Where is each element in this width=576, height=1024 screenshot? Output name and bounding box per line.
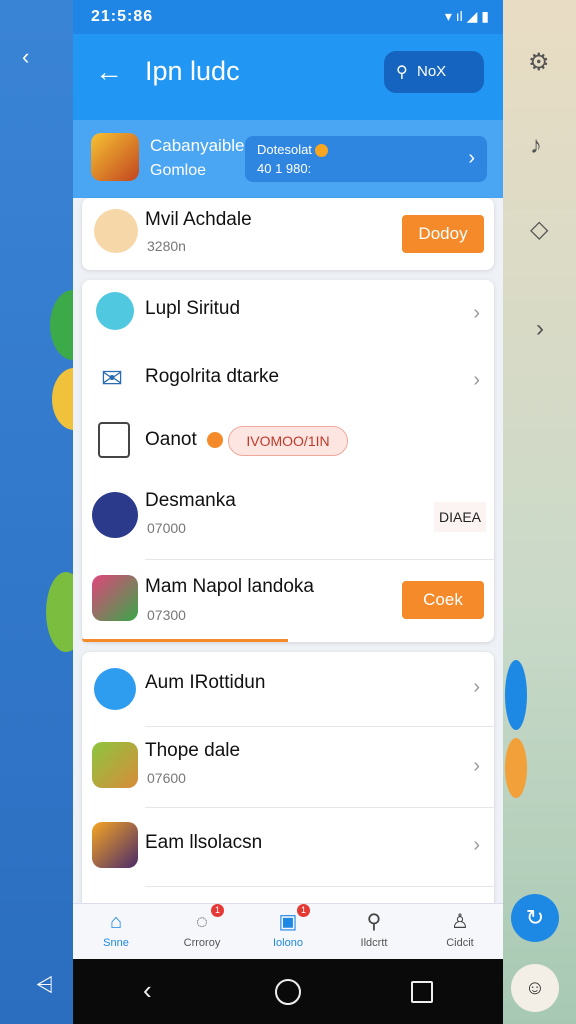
item-subtitle: 07300 [147,607,186,623]
tab-profile[interactable]: ♙ Cidcit [417,904,503,960]
status-icons: ▾ ıl ◢ ▮ [444,8,489,24]
chevron-right-icon: › [473,302,480,324]
featured-banner[interactable]: Cabanyaible Gomloe Dotesolat 40 1 980: › [73,120,503,198]
phone-screen: 21:5:86 ▾ ıl ◢ ▮ ← Ipn ludc ⚲ NoX Cabany… [73,0,503,1024]
progress-bar [82,639,288,642]
tab-chat[interactable]: ◌ 1 Crroroy [159,904,245,960]
page-title: Ipn ludc [145,56,240,86]
pinwheel-icon [94,668,136,710]
list-item[interactable]: Thope dale 07600 › [82,727,494,807]
home-icon: ⌂ [109,911,123,933]
tab-label: Crroroy [183,937,221,949]
tab-label: Snne [103,937,129,949]
item-title: Rogolrita dtarke [145,366,280,387]
ticket-icon [96,292,134,330]
card-list-main: Lupl Siritud › ✉ Rogolrita dtarke › Oano… [82,280,494,642]
nav-home-icon[interactable] [275,979,301,1005]
chevron-right-icon[interactable]: › [536,315,544,343]
banner-name-line2: Gomloe [150,162,207,179]
item-title: Oanot [145,429,197,450]
tab-label: Cidcit [446,937,474,949]
card-list-secondary: Aum IRottidun › Thope dale 07600 › Eam l… [82,652,494,922]
action-button[interactable]: Coek [402,581,484,619]
chevron-right-icon: › [473,676,480,698]
mail-icon: ✉ [101,363,123,393]
bell-icon[interactable]: ♪ [530,132,542,160]
featured-game-icon [91,133,139,181]
list-item[interactable]: Desmanka 07000 DIAEA [82,472,494,560]
tag-icon[interactable]: ◇ [530,215,548,244]
item-title: Aum IRottidun [145,672,266,693]
banner-stat-label: Dotesolat [257,142,328,158]
banner-stat-box[interactable]: Dotesolat 40 1 980: › [245,136,487,182]
avatar [94,209,138,253]
banner-stat-value: 40 1 980: [257,161,312,176]
item-title: Eam llsolacsn [145,832,263,853]
item-title: Mam Napol landoka [145,576,314,597]
back-arrow-icon[interactable]: ← [95,56,123,88]
contact-icon[interactable]: ☺ [511,964,559,1012]
game-icon [92,742,138,788]
alert-dot-icon [207,432,223,448]
item-subtitle: 3280n [147,238,186,254]
card-top: Mvil Achdale 3280n Dodoy [82,198,494,270]
coin-icon [314,144,328,158]
item-title: Lupl Siritud [145,298,241,319]
tab-label: Iolono [273,937,303,949]
status-time: 21:5:86 [91,8,154,25]
gear-icon[interactable]: ⚙ [528,48,550,77]
nav-back-icon[interactable]: ‹ [143,975,152,1006]
system-nav-bar: ‹ [73,959,503,1024]
nav-recents-icon[interactable] [411,981,433,1003]
search-icon: ⚲ [366,911,382,933]
search-icon: ⚲ [396,64,408,81]
fab-refresh-icon[interactable]: ↻ [511,894,559,942]
background-blob [505,660,527,730]
divider [145,886,494,887]
game-icon [92,575,138,621]
item-subtitle: 07600 [147,770,186,786]
list-item[interactable]: Mam Napol landoka 07300 Coek [82,560,494,642]
share-icon[interactable]: ⩤ [36,972,54,998]
item-tag: DIAEA [434,502,486,532]
background-blob [505,738,527,798]
bottom-tab-bar: ⌂ Snne ◌ 1 Crroroy ▣ 1 Iolono ⚲ Ildcrtt … [73,903,503,960]
game-icon [92,822,138,868]
app-bar: ← Ipn ludc ⚲ NoX [73,34,503,120]
chevron-right-icon: › [473,369,480,391]
left-back-chevron-icon[interactable]: ‹ [22,44,29,70]
chevron-right-icon: › [473,755,480,777]
background-left-panel [0,0,73,1024]
chevron-right-icon: › [473,834,480,856]
notification-badge: 1 [211,904,224,917]
banner-name-line1: Cabanyaible [150,136,245,155]
list-item[interactable]: ✉ Rogolrita dtarke › [82,348,494,410]
list-item[interactable]: Lupl Siritud › [82,280,494,348]
search-button[interactable]: ⚲ NoX [384,51,484,93]
profile-icon: ♙ [451,911,469,933]
item-subtitle: 07000 [147,520,186,536]
item-title: Desmanka [145,490,236,511]
item-title: Mvil Achdale [145,209,252,230]
list-item[interactable]: Oanot IVOMOO/1IN [82,410,494,472]
game-icon [92,492,138,538]
chat-icon: ◌ [196,911,208,933]
clipboard-icon [98,422,130,458]
list-item[interactable]: Aum IRottidun › [82,652,494,726]
tab-store[interactable]: ▣ 1 Iolono [245,904,331,960]
store-icon: ▣ [278,911,298,933]
list-item[interactable]: Eam llsolacsn › [82,808,494,886]
search-label: NoX [417,63,447,80]
action-button[interactable]: Dodoy [402,215,484,253]
item-title: Thope dale [145,740,241,761]
status-pill[interactable]: IVOMOO/1IN [228,426,348,456]
chevron-right-icon: › [468,147,475,169]
status-bar: 21:5:86 ▾ ıl ◢ ▮ [73,0,503,34]
tab-search[interactable]: ⚲ Ildcrtt [331,904,417,960]
notification-badge: 1 [297,904,310,917]
tab-label: Ildcrtt [360,937,388,949]
tab-home[interactable]: ⌂ Snne [73,904,159,960]
